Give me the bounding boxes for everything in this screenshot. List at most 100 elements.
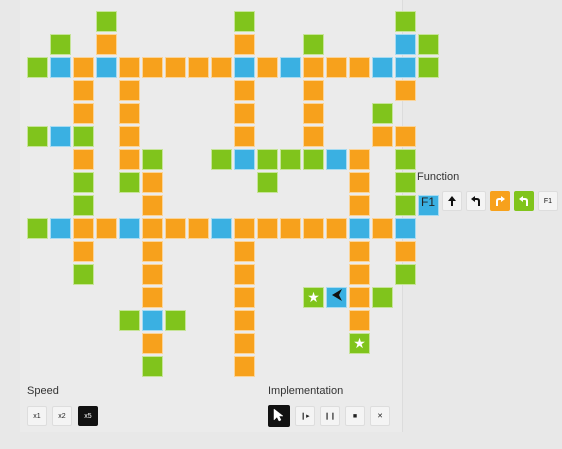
- orange-tile: [303, 103, 324, 124]
- blue-tile: [119, 218, 140, 239]
- green-tile: [73, 195, 94, 216]
- orange-tile: [303, 126, 324, 147]
- orange-tile: [119, 149, 140, 170]
- speed-x1-button[interactable]: x1: [27, 406, 47, 426]
- orange-tile: [234, 356, 255, 377]
- green-tile: [395, 195, 416, 216]
- green-tile: [119, 310, 140, 331]
- blue-tile: [142, 310, 163, 331]
- orange-tile: [73, 103, 94, 124]
- blue-tile: [395, 57, 416, 78]
- orange-tile: [234, 241, 255, 262]
- orange-tile: [326, 218, 347, 239]
- green-tile: [395, 264, 416, 285]
- orange-tile: [234, 333, 255, 354]
- orange-tile: [234, 34, 255, 55]
- green-tile: [280, 149, 301, 170]
- blue-tile: [96, 57, 117, 78]
- orange-tile: [234, 126, 255, 147]
- green-tile: [395, 11, 416, 32]
- speed-x2-button[interactable]: x2: [52, 406, 72, 426]
- star-tile: ★: [303, 287, 324, 308]
- blue-tile: [280, 57, 301, 78]
- orange-tile: [165, 218, 186, 239]
- green-tile: [142, 356, 163, 377]
- orange-tile: [234, 287, 255, 308]
- blue-tile: [211, 218, 232, 239]
- green-tile: [234, 11, 255, 32]
- orange-tile: [280, 218, 301, 239]
- orange-tile: [349, 310, 370, 331]
- robot-tile: [326, 287, 347, 308]
- orange-tile: [395, 126, 416, 147]
- slot-4-turn-left-green[interactable]: [514, 191, 534, 211]
- green-tile: [27, 57, 48, 78]
- turn-left-icon: [518, 195, 530, 207]
- orange-tile: [142, 195, 163, 216]
- green-tile: [27, 126, 48, 147]
- cursor-button[interactable]: [268, 405, 290, 427]
- orange-tile: [234, 310, 255, 331]
- green-tile: [96, 11, 117, 32]
- orange-tile: [303, 57, 324, 78]
- function-title: Function: [417, 171, 460, 183]
- orange-tile: [234, 80, 255, 101]
- orange-tile: [188, 218, 209, 239]
- slot-3-turn-right-orange[interactable]: [490, 191, 510, 211]
- green-tile: [119, 172, 140, 193]
- orange-tile: [349, 195, 370, 216]
- orange-tile: [349, 264, 370, 285]
- slot-5-call-f1[interactable]: F1: [538, 191, 558, 211]
- orange-tile: [349, 241, 370, 262]
- close-button[interactable]: ✕: [370, 406, 390, 426]
- green-tile: [73, 172, 94, 193]
- orange-tile: [142, 241, 163, 262]
- stop-button[interactable]: ■: [345, 406, 365, 426]
- orange-tile: [142, 287, 163, 308]
- orange-tile: [119, 103, 140, 124]
- blue-tile: [395, 34, 416, 55]
- green-tile: [142, 149, 163, 170]
- orange-tile: [96, 34, 117, 55]
- orange-tile: [119, 57, 140, 78]
- forward-arrow-icon: [447, 195, 457, 207]
- orange-tile: [326, 57, 347, 78]
- pause-button[interactable]: ❙❙: [320, 406, 340, 426]
- orange-tile: [73, 149, 94, 170]
- orange-tile: [73, 218, 94, 239]
- star-icon: ★: [353, 335, 366, 351]
- green-tile: [395, 172, 416, 193]
- green-tile: [303, 149, 324, 170]
- green-tile: [418, 57, 439, 78]
- orange-tile: [234, 103, 255, 124]
- orange-tile: [349, 172, 370, 193]
- green-tile: [211, 149, 232, 170]
- orange-tile: [142, 333, 163, 354]
- orange-tile: [257, 57, 278, 78]
- green-tile: [73, 126, 94, 147]
- blue-tile: [234, 149, 255, 170]
- orange-tile: [395, 241, 416, 262]
- step-button[interactable]: ❙▸: [295, 406, 315, 426]
- blue-tile: [234, 57, 255, 78]
- orange-tile: [73, 241, 94, 262]
- star-icon: ★: [307, 289, 320, 305]
- orange-tile: [234, 218, 255, 239]
- blue-tile: [326, 149, 347, 170]
- orange-tile: [303, 80, 324, 101]
- orange-tile: [142, 172, 163, 193]
- slot-1-forward[interactable]: [442, 191, 462, 211]
- orange-tile: [349, 149, 370, 170]
- green-tile: [303, 34, 324, 55]
- orange-tile: [211, 57, 232, 78]
- blue-tile: [50, 218, 71, 239]
- blue-tile: [50, 126, 71, 147]
- orange-tile: [349, 57, 370, 78]
- speed-x5-button[interactable]: x5: [78, 406, 98, 426]
- slot-2-turn-left[interactable]: [466, 191, 486, 211]
- star-tile: ★: [349, 333, 370, 354]
- green-tile: [372, 103, 393, 124]
- robot-arrow-icon: [330, 288, 344, 307]
- turn-right-icon: [494, 195, 506, 207]
- cursor-icon: [273, 408, 285, 424]
